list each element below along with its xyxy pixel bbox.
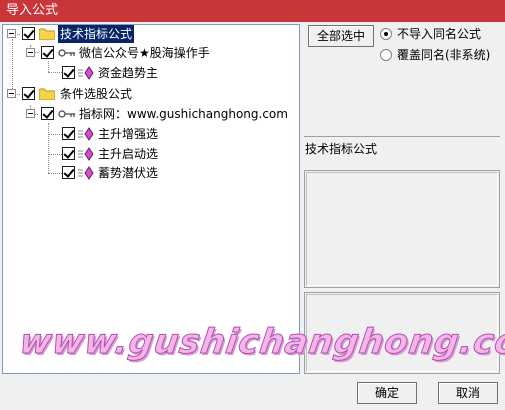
tree-node-website[interactable]: 指标网：www.gushichanghong.com <box>3 105 299 123</box>
key-icon <box>58 49 75 57</box>
tree-node-group-technical[interactable]: 技术指标公式 <box>3 25 299 43</box>
ok-button[interactable]: 确定 <box>357 382 417 404</box>
tree-item-label: 蓄势潜伏选 <box>98 166 159 180</box>
overwrite-duplicates-label: 覆盖同名(非系统) <box>397 48 491 62</box>
formula-checkbox[interactable] <box>62 166 75 179</box>
collapse-toggle[interactable] <box>7 89 16 98</box>
tree-item-label: 资金趋势主 <box>98 66 159 80</box>
collapse-toggle[interactable] <box>26 48 35 57</box>
overwrite-duplicates-radio[interactable] <box>380 49 392 61</box>
description-title: 技术指标公式 <box>305 142 378 156</box>
formula-icon <box>78 147 94 161</box>
tree-node-label: 指标网：www.gushichanghong.com <box>79 107 288 121</box>
description-separator <box>304 136 500 137</box>
folder-icon <box>39 88 55 100</box>
cancel-button[interactable]: 取消 <box>438 382 498 404</box>
watermark-text: www.gushichanghong.com <box>17 322 505 363</box>
formula-icon <box>78 66 94 80</box>
watermark: www.gushichanghong.com <box>17 322 505 382</box>
description-panel <box>304 170 500 288</box>
tree-item-label: 主升启动选 <box>98 147 159 161</box>
description-panel-inner <box>306 172 498 286</box>
tree-item-formula[interactable]: 资金趋势主 <box>3 64 299 82</box>
collapse-toggle[interactable] <box>7 29 16 38</box>
tree-node-label: 条件选股公式 <box>60 87 133 101</box>
tree-item-label: 主升增强选 <box>98 127 159 141</box>
formula-checkbox[interactable] <box>62 127 75 140</box>
tree-node-publisher[interactable]: 微信公众号★股海操作手 <box>3 44 299 62</box>
window-title: 导入公式 <box>0 0 505 22</box>
tree-node-label: 技术指标公式 <box>58 25 135 43</box>
group-checkbox[interactable] <box>22 27 35 40</box>
key-icon <box>58 110 75 118</box>
tree-item-formula[interactable]: 主升增强选 <box>3 125 299 143</box>
formula-icon <box>78 166 94 180</box>
formula-checkbox[interactable] <box>62 147 75 160</box>
publisher-checkbox[interactable] <box>41 46 54 59</box>
tree-node-label: 微信公众号★股海操作手 <box>79 46 210 60</box>
tree-item-formula[interactable]: 蓄势潜伏选 <box>3 164 299 182</box>
group-checkbox[interactable] <box>22 87 35 100</box>
formula-icon <box>78 127 94 141</box>
skip-duplicates-label: 不导入同名公式 <box>397 27 482 41</box>
formula-checkbox[interactable] <box>62 66 75 79</box>
website-checkbox[interactable] <box>41 107 54 120</box>
tree-node-group-screening[interactable]: 条件选股公式 <box>3 85 299 103</box>
collapse-toggle[interactable] <box>26 109 35 118</box>
folder-icon <box>39 28 55 40</box>
skip-duplicates-radio[interactable] <box>380 28 392 40</box>
select-all-button[interactable]: 全部选中 <box>308 25 374 47</box>
tree-item-formula[interactable]: 主升启动选 <box>3 145 299 163</box>
